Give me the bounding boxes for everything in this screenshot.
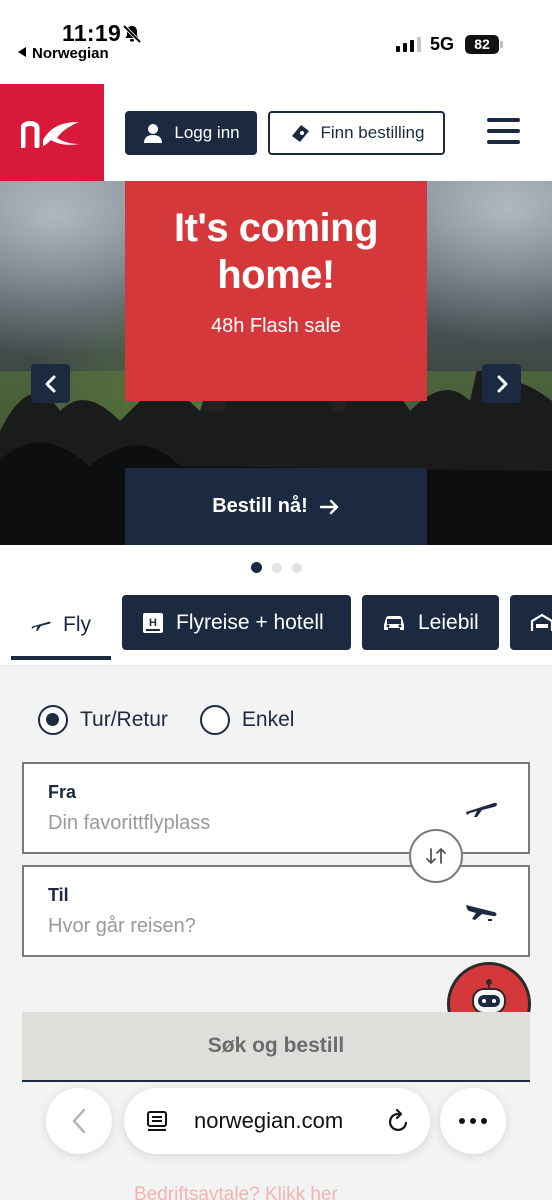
find-booking-label: Finn bestilling [320, 123, 425, 142]
swap-arrows-icon [426, 848, 446, 864]
nx-logo-icon [21, 120, 79, 148]
address-bar[interactable]: norwegian.com [124, 1088, 430, 1154]
network-type: 5G [430, 34, 455, 54]
find-booking-button[interactable]: Finn bestilling [268, 111, 445, 155]
chevron-left-icon [72, 1108, 86, 1134]
browser-back-button[interactable] [46, 1088, 112, 1154]
submit-underline [22, 1080, 530, 1082]
plane-icon [31, 621, 51, 631]
carousel-dot-2[interactable] [272, 562, 282, 573]
hero-carousel: It's coming home! 48h Flash sale Bestill… [0, 181, 552, 545]
from-input[interactable]: Din favorittflyplass [48, 812, 210, 835]
status-bar: 11:19 Norwegian 5G 82 [0, 0, 552, 84]
battery-icon: 82 [465, 35, 499, 54]
to-label: Til [48, 885, 69, 905]
site-header: Logg inn Finn bestilling [0, 84, 552, 181]
to-input[interactable]: Hvor går reisen? [48, 915, 196, 938]
battery-tip [500, 41, 503, 48]
ticket-icon [291, 125, 309, 142]
one-way-label[interactable]: Enkel [242, 708, 295, 732]
one-way-radio[interactable] [199, 705, 230, 735]
product-tabs: Fly H Flyreise + hotell Leiebil [0, 588, 552, 666]
search-book-button[interactable]: Søk og bestill [22, 1012, 530, 1080]
login-label: Logg inn [174, 123, 240, 142]
tab-car-rental-label: Leiebil [418, 610, 479, 634]
signal-icon [396, 36, 421, 52]
carousel-next-button[interactable] [482, 364, 521, 403]
promo-subtitle: 48h Flash sale [210, 315, 342, 337]
search-book-label: Søk og bestill [207, 1034, 345, 1057]
user-icon [144, 124, 163, 143]
from-label: Fra [48, 782, 77, 802]
tab-fly[interactable]: Fly [11, 593, 111, 660]
bell-muted-icon [122, 24, 142, 44]
trip-type-selector: Tur/Retur Enkel [38, 705, 294, 735]
more-dot-icon [470, 1118, 476, 1124]
reload-icon[interactable] [386, 1107, 412, 1135]
round-trip-radio[interactable] [38, 705, 68, 735]
tab-flight-hotel-label: Flyreise + hotell [176, 610, 324, 634]
chevron-left-icon [45, 375, 55, 392]
swap-airports-button[interactable] [409, 829, 463, 883]
book-now-button[interactable]: Bestill nå! [125, 468, 427, 545]
back-app-label: Norwegian [32, 45, 109, 62]
login-button[interactable]: Logg inn [125, 111, 257, 155]
reader-mode-icon[interactable] [146, 1109, 170, 1133]
more-options-button[interactable] [440, 1088, 506, 1154]
carousel-dots [251, 562, 302, 573]
back-to-app-link[interactable]: Norwegian [18, 45, 109, 62]
more-dot-icon [459, 1118, 465, 1124]
carousel-prev-button[interactable] [31, 364, 70, 403]
promo-title: It's coming home! [173, 206, 379, 297]
tab-more[interactable] [510, 595, 552, 650]
hotel-icon: H [143, 612, 163, 633]
tab-car-rental[interactable]: Leiebil [362, 595, 499, 650]
back-triangle-icon [18, 47, 26, 57]
norwegian-logo[interactable] [0, 84, 104, 181]
promo-banner: It's coming home! 48h Flash sale [125, 181, 427, 401]
tab-fly-label: Fly [63, 612, 91, 636]
more-dot-icon [481, 1118, 487, 1124]
car-icon [384, 615, 404, 630]
url-text: norwegian.com [194, 1108, 344, 1133]
arrow-right-icon [319, 499, 338, 514]
svg-text:H: H [149, 617, 157, 629]
round-trip-label[interactable]: Tur/Retur [80, 708, 168, 732]
carousel-dot-3[interactable] [292, 562, 302, 573]
book-now-label: Bestill nå! [212, 495, 308, 517]
plane-takeoff-icon [466, 802, 497, 817]
corporate-agreement-link[interactable]: Bedriftsavtale? Klikk her [134, 1184, 338, 1200]
plane-landing-icon [466, 905, 497, 921]
status-time: 11:19 [62, 20, 122, 46]
bed-icon [530, 613, 552, 631]
hamburger-menu-icon[interactable] [487, 118, 521, 146]
to-field[interactable]: Til Hvor går reisen? [22, 865, 530, 957]
chevron-right-icon [497, 375, 507, 392]
tab-flight-hotel[interactable]: H Flyreise + hotell [122, 595, 351, 650]
carousel-dot-1[interactable] [251, 562, 262, 573]
